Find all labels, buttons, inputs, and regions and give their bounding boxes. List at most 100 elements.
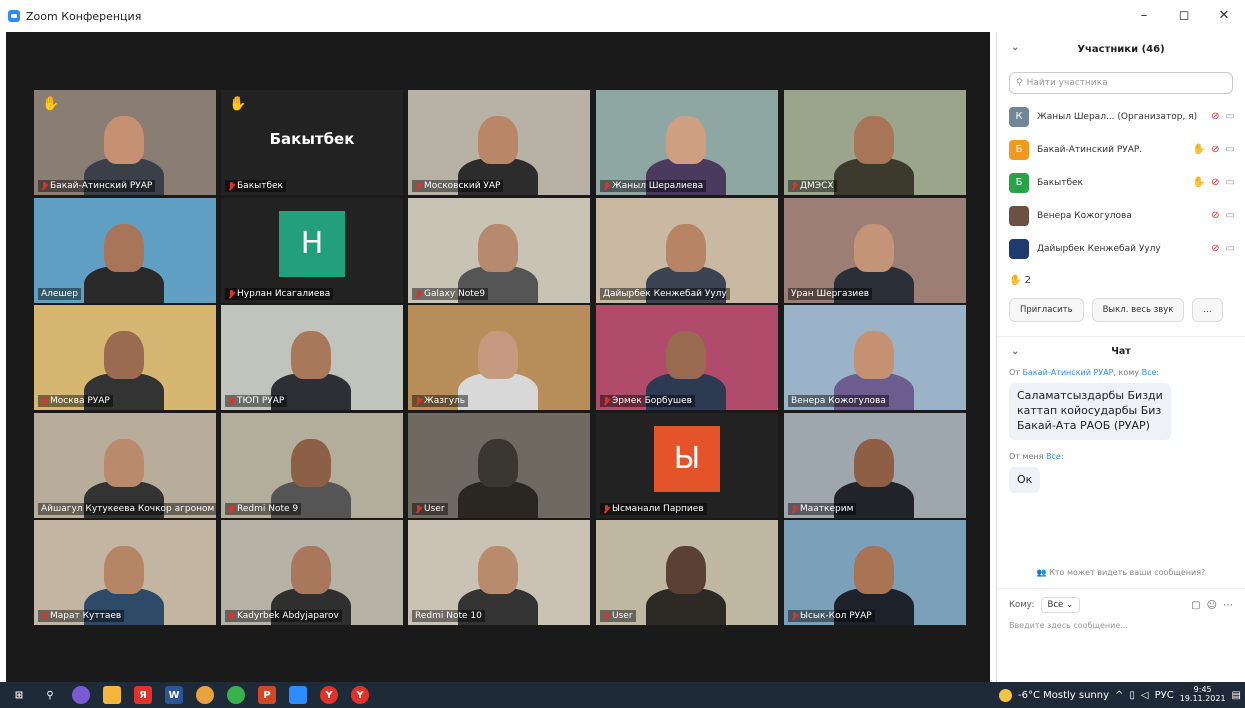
participant-name-tag: Мааткерим [788, 503, 857, 515]
powerpoint-icon[interactable]: P [258, 686, 276, 704]
whatsapp-icon[interactable] [227, 686, 245, 704]
recipient-select[interactable]: Все ⌄ [1040, 597, 1081, 613]
participant-tile[interactable]: Жазгуль [408, 305, 590, 410]
participant-tile[interactable]: Московский УАР [408, 90, 590, 195]
participant-name-tag: Ысманали Парпиев [600, 503, 707, 515]
participant-status-icons: ✋ ⊘ ▭ [1193, 177, 1235, 188]
who-can-see-link[interactable]: 👥 Кто может видеть ваши сообщения? [997, 568, 1245, 577]
participant-tile[interactable]: Жаныл Шералиева [596, 90, 778, 195]
chrome-icon[interactable] [196, 686, 214, 704]
people-icon: 👥 [1036, 568, 1047, 577]
title-bar: Zoom Конференция – ◻ ✕ [0, 0, 1245, 32]
mic-muted-icon[interactable]: ⊘ [1211, 144, 1219, 155]
participant-name-tag: Galaxy Note9 [412, 288, 489, 300]
mic-muted-icon [41, 611, 48, 621]
participant-tile[interactable]: Марат Куттаев [34, 520, 216, 625]
participant-row[interactable]: Б Бакай-Атинский РУАР. ✋ ⊘ ▭ [997, 133, 1245, 166]
chevron-down-icon[interactable]: ⌄ [1011, 346, 1019, 357]
participant-tile[interactable]: Н Нурлан Исагалиева [221, 198, 403, 303]
participant-tile[interactable]: Эрмек Борбушев [596, 305, 778, 410]
network-icon[interactable]: ▯ [1129, 690, 1135, 701]
close-button[interactable]: ✕ [1213, 8, 1235, 23]
participant-tile[interactable]: ТЮП РУАР [221, 305, 403, 410]
camera-icon[interactable]: ▭ [1226, 111, 1235, 122]
app-icon[interactable] [72, 686, 90, 704]
emoji-icon[interactable]: ☺ [1207, 600, 1217, 611]
participant-tile[interactable]: Бакытбек ✋ Бакытбек [221, 90, 403, 195]
lang-indicator[interactable]: РУС [1155, 690, 1174, 701]
maximize-button[interactable]: ◻ [1173, 8, 1195, 23]
mute-all-button[interactable]: Выкл. весь звук [1091, 298, 1185, 322]
chevron-down-icon[interactable]: ⌄ [1011, 42, 1019, 53]
mic-muted-icon[interactable]: ⊘ [1211, 243, 1219, 254]
search-icon[interactable]: ⚲ [41, 686, 59, 704]
participant-tile[interactable]: Венера Кожогулова [784, 305, 966, 410]
participant-tile[interactable]: ✋ Бакай-Атинский РУАР [34, 90, 216, 195]
participant-tile[interactable]: Galaxy Note9 [408, 198, 590, 303]
participant-row[interactable]: Дайырбек Кенжебай Уулу ⊘ ▭ [997, 232, 1245, 265]
notifications-icon[interactable]: ▤ [1232, 690, 1241, 701]
participant-avatar: К [1009, 106, 1029, 127]
yandex-icon[interactable]: Я [134, 686, 152, 704]
recipient-link[interactable]: Все [1046, 452, 1061, 461]
camera-icon[interactable]: ▭ [1226, 210, 1235, 221]
participant-tile[interactable]: Москва РУАР [34, 305, 216, 410]
mic-muted-icon [415, 181, 422, 191]
participant-tile[interactable]: Айшагул Кутукеева Кочкор агроном [34, 413, 216, 518]
participant-name: ТЮП РУАР [237, 396, 285, 406]
chat-input[interactable]: Введите здесь сообщение... [1009, 621, 1233, 630]
participant-name-tag: Redmi Note 10 [412, 610, 485, 622]
side-panel: ⌄ Участники (46) ⚲ Найти участника К Жаны… [996, 32, 1245, 682]
person-head [478, 116, 518, 164]
participant-tile[interactable]: Алешер [34, 198, 216, 303]
participant-name-tag: Бакытбек [225, 180, 286, 192]
participant-row[interactable]: К Жаныл Шерал... (Организатор, я) ⊘ ▭ [997, 100, 1245, 133]
participant-row[interactable]: Б Бакытбек ✋ ⊘ ▭ [997, 166, 1245, 199]
file-icon[interactable]: ▢ [1191, 600, 1200, 611]
file-explorer-icon[interactable] [103, 686, 121, 704]
recipient-link[interactable]: Все [1142, 368, 1157, 377]
participant-name-tag: Redmi Note 9 [225, 503, 302, 515]
mic-muted-icon [415, 289, 422, 299]
mic-muted-icon[interactable]: ⊘ [1211, 210, 1219, 221]
participant-tile[interactable]: User [596, 520, 778, 625]
person-head [854, 116, 894, 164]
participant-tile[interactable]: ДМЭСХ [784, 90, 966, 195]
camera-icon[interactable]: ▭ [1226, 144, 1235, 155]
participant-search-input[interactable]: ⚲ Найти участника [1009, 72, 1233, 94]
mic-muted-icon[interactable]: ⊘ [1211, 111, 1219, 122]
message-meta: От меня Все: [1009, 451, 1064, 461]
sender-link[interactable]: Бакай-Атинский РУАР [1023, 368, 1114, 377]
invite-button[interactable]: Пригласить [1009, 298, 1084, 322]
participant-tile[interactable]: Ы Ысманали Парпиев [596, 413, 778, 518]
participant-tile[interactable]: Redmi Note 10 [408, 520, 590, 625]
minimize-button[interactable]: – [1133, 8, 1155, 23]
tray-chevron-icon[interactable]: ^ [1115, 690, 1123, 701]
person-head [291, 546, 331, 594]
clock[interactable]: 9:45 19.11.2021 [1180, 685, 1226, 704]
mic-muted-icon [41, 396, 48, 406]
participant-row[interactable]: Венера Кожогулова ⊘ ▭ [997, 199, 1245, 232]
camera-icon[interactable]: ▭ [1226, 177, 1235, 188]
mic-muted-icon[interactable]: ⊘ [1211, 177, 1219, 188]
camera-icon[interactable]: ▭ [1226, 243, 1235, 254]
participant-list: К Жаныл Шерал... (Организатор, я) ⊘ ▭ Б Бакай… [997, 100, 1245, 265]
participant-tile[interactable]: Дайырбек Кенжебай Уулу [596, 198, 778, 303]
participant-tile[interactable]: Уран Шергазиев [784, 198, 966, 303]
participant-tile[interactable]: Ысык-Кол РУАР [784, 520, 966, 625]
weather-icon [998, 688, 1012, 702]
word-icon[interactable]: W [165, 686, 183, 704]
windows-start-icon[interactable]: ⊞ [10, 686, 28, 704]
more-icon[interactable]: ⋯ [1223, 600, 1233, 611]
yandex-browser-icon[interactable]: Y [320, 686, 338, 704]
participant-tile[interactable]: User [408, 413, 590, 518]
more-button[interactable]: ... [1192, 298, 1223, 322]
yandex-browser-icon[interactable]: Y [351, 686, 369, 704]
participant-tile[interactable]: Redmi Note 9 [221, 413, 403, 518]
participant-tile[interactable]: Kadyrbek Abdyjaparov [221, 520, 403, 625]
mic-muted-icon [228, 289, 235, 299]
weather-text[interactable]: -6°C Mostly sunny [1018, 690, 1109, 701]
zoom-icon[interactable] [289, 686, 307, 704]
participant-tile[interactable]: Мааткерим [784, 413, 966, 518]
volume-icon[interactable]: ◁ [1141, 690, 1149, 701]
